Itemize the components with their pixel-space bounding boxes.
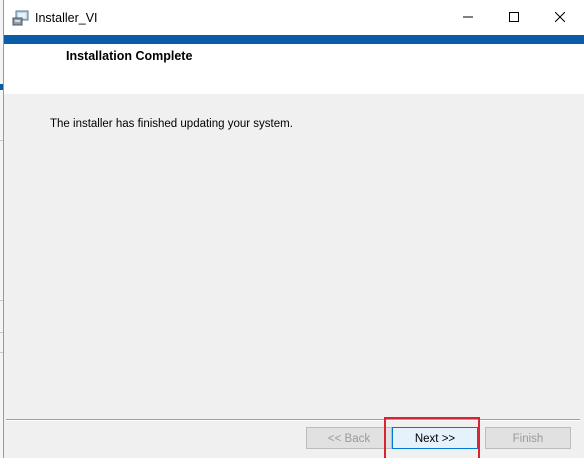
bottom-strip — [0, 458, 584, 464]
finish-button[interactable]: Finish — [485, 427, 571, 449]
installer-window: Installer_VI Installation Complete The i… — [4, 0, 584, 458]
maximize-icon — [509, 9, 519, 27]
title-bar[interactable]: Installer_VI — [4, 0, 584, 35]
completion-message: The installer has finished updating your… — [50, 118, 293, 130]
minimize-icon — [463, 9, 473, 27]
installer-app-icon — [12, 9, 30, 27]
minimize-button[interactable] — [445, 0, 491, 35]
close-icon — [554, 9, 566, 27]
button-area-divider — [6, 419, 580, 421]
next-button[interactable]: Next >> — [392, 427, 478, 449]
close-button[interactable] — [537, 0, 583, 35]
header-panel: Installation Complete — [4, 44, 584, 94]
accent-bar — [4, 35, 584, 44]
back-button[interactable]: << Back — [306, 427, 392, 449]
maximize-button[interactable] — [491, 0, 537, 35]
page-title: Installation Complete — [66, 49, 193, 63]
window-title: Installer_VI — [35, 11, 98, 25]
